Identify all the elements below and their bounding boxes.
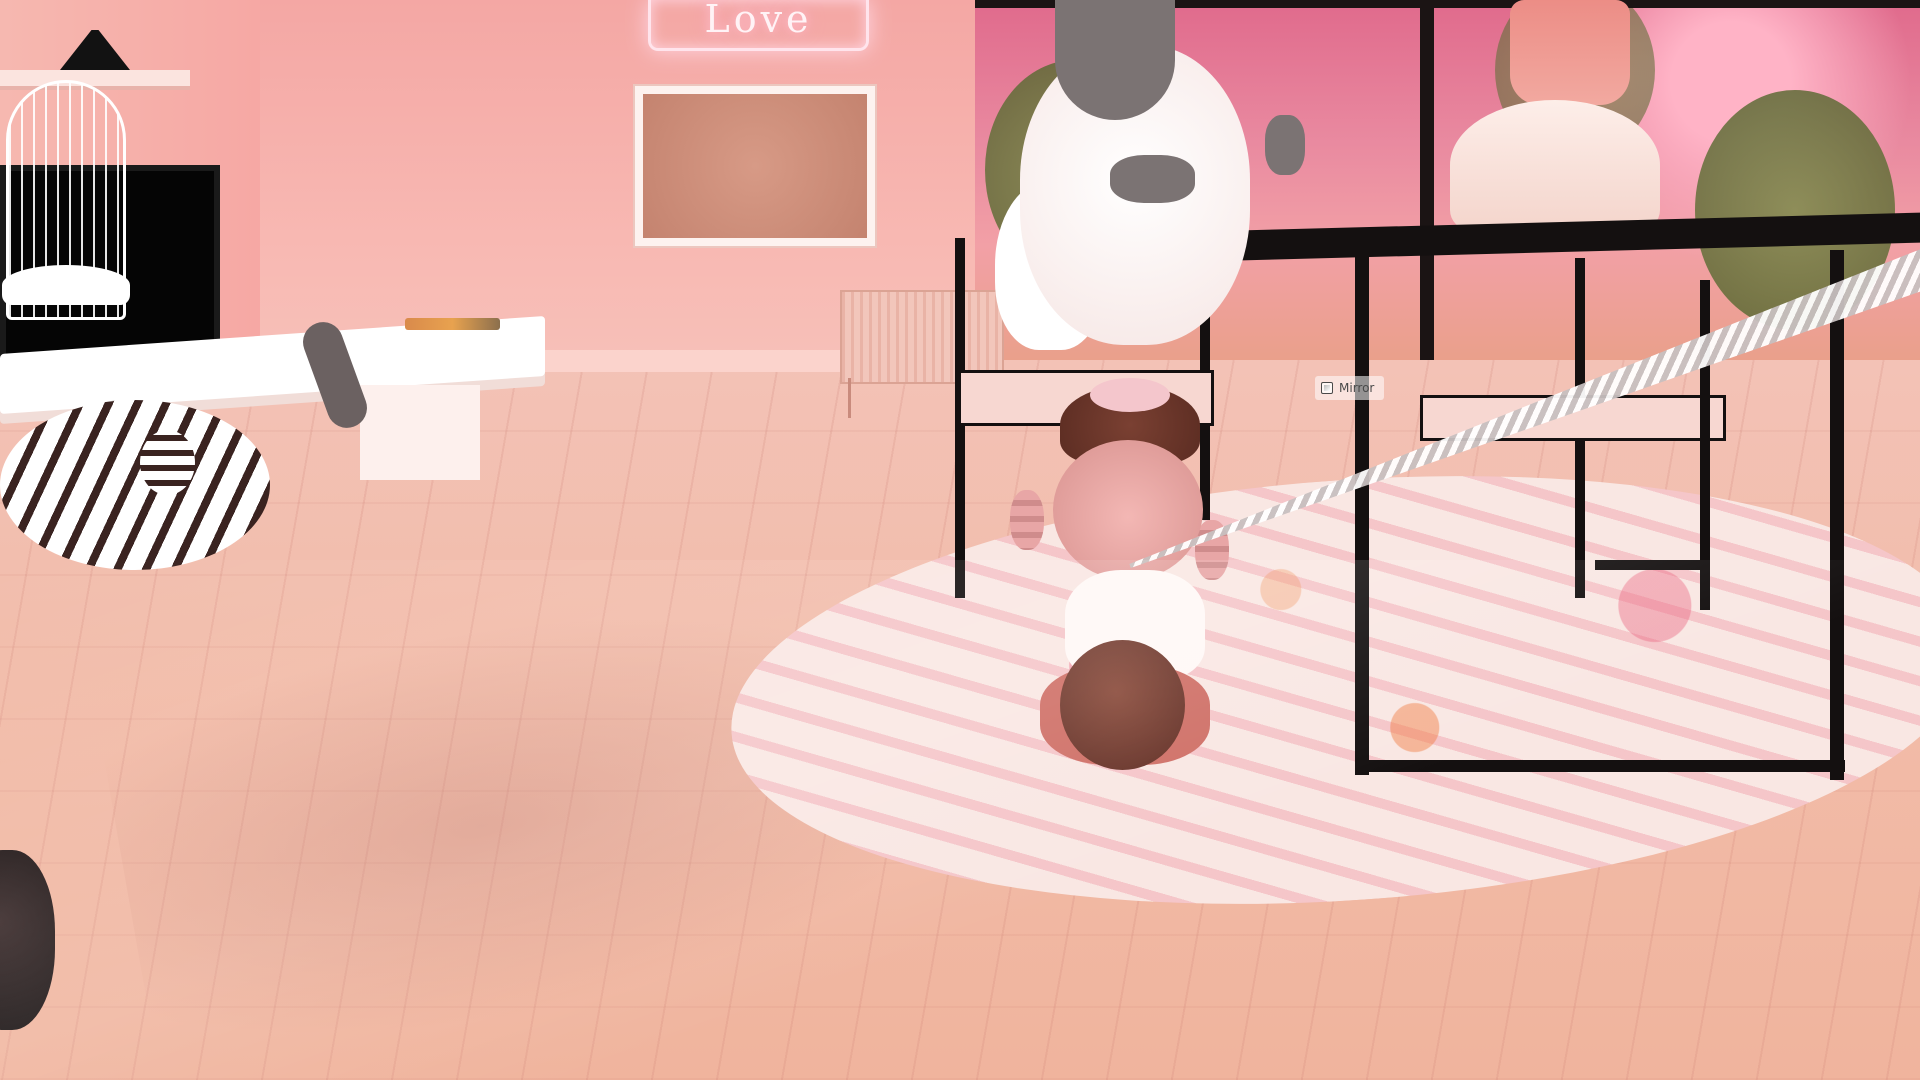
table-leg — [1830, 250, 1844, 780]
avatar-headgear — [1055, 0, 1175, 120]
neon-sign: Love — [648, 0, 869, 51]
vase[interactable] — [1450, 100, 1660, 230]
table-leg — [1355, 250, 1369, 775]
chibi-curl — [1010, 490, 1044, 550]
table-rail — [1355, 760, 1845, 772]
mirror-label: Mirror — [1339, 381, 1375, 395]
vase-top — [1510, 0, 1630, 105]
chair-frame — [1595, 560, 1705, 570]
tiger-plush[interactable] — [0, 400, 270, 570]
tiger-plush-tail — [140, 430, 195, 495]
avatar-hand — [1110, 155, 1195, 203]
game-viewport[interactable]: Love Mirror — [0, 0, 1920, 1080]
window-frame — [1420, 0, 1434, 410]
birdcage-base — [2, 265, 130, 305]
chibi-avatar-head[interactable] — [1053, 440, 1203, 580]
mirror-toggle-button[interactable]: Mirror — [1315, 376, 1385, 400]
corkboard[interactable] — [635, 86, 875, 246]
cabinet-leg — [848, 378, 851, 418]
chibi-bow — [1090, 378, 1170, 412]
chibi-hat — [1060, 640, 1185, 770]
toy-pickup[interactable] — [405, 318, 500, 330]
wall-shelf — [0, 70, 190, 86]
mirror-icon — [1321, 382, 1333, 394]
avatar-hand — [1265, 115, 1305, 175]
bench-leg — [360, 385, 480, 480]
